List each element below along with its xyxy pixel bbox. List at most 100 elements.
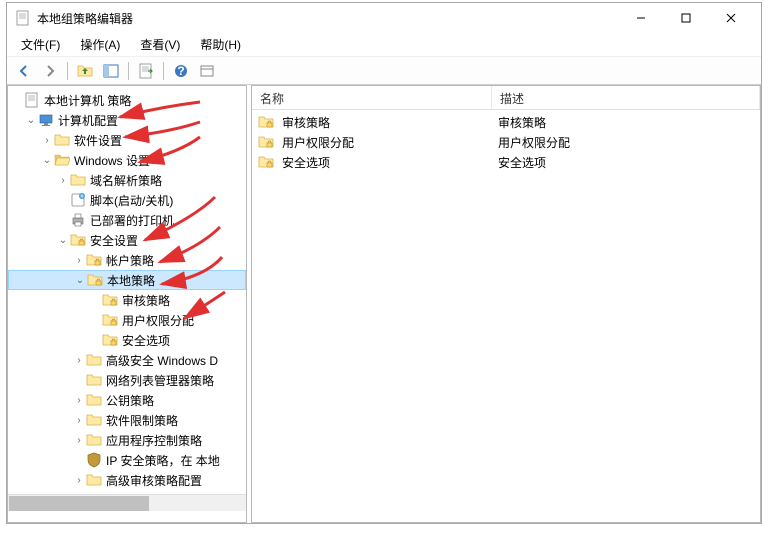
menu-help[interactable]: 帮助(H) [192,34,249,55]
doc-icon [24,92,40,108]
tree-computer-config[interactable]: ⌄ 计算机配置 [8,110,246,130]
folder-icon [54,132,70,148]
list-item-audit-policy[interactable]: 审核策略 审核策略 [252,112,760,132]
tree-account-policy[interactable]: › 帐户策略 [8,250,246,270]
show-hide-tree-button[interactable] [100,60,122,82]
policy-tree: 本地计算机 策略 ⌄ 计算机配置 › 软件设置 ⌄ Windows 设置 [8,86,246,494]
expander-closed-icon[interactable]: › [72,473,86,487]
expander-none [72,373,86,387]
folder-lock-icon [102,292,118,308]
expander-closed-icon[interactable]: › [72,413,86,427]
expander-open-icon[interactable]: ⌄ [24,113,38,127]
computer-icon [38,112,54,128]
expander-open-icon[interactable]: ⌄ [56,233,70,247]
menu-action[interactable]: 操作(A) [72,34,128,55]
gpedit-window: 本地组策略编辑器 文件(F) 操作(A) 查看(V) 帮助(H) ? [6,2,762,524]
help-button[interactable]: ? [170,60,192,82]
toolbar-separator [128,62,129,80]
list-body: 审核策略 审核策略 用户权限分配 用户权限分配 安全选项 安全选项 [252,110,760,174]
svg-text:?: ? [177,64,184,78]
window-controls [618,4,753,32]
tree-security-options[interactable]: 安全选项 [8,330,246,350]
folder-icon [86,392,102,408]
properties-button[interactable] [196,60,218,82]
expander-none [88,333,102,347]
expander-none [88,313,102,327]
expander-none [56,213,70,227]
window-title: 本地组策略编辑器 [37,10,618,27]
scrollbar-thumb[interactable] [9,496,149,511]
folder-lock-icon [70,232,86,248]
folder-icon [86,412,102,428]
tree-software-settings[interactable]: › 软件设置 [8,130,246,150]
app-icon [15,10,31,26]
tree-printers[interactable]: 已部署的打印机 [8,210,246,230]
tree-dns-policy[interactable]: › 域名解析策略 [8,170,246,190]
tree-user-rights[interactable]: 用户权限分配 [8,310,246,330]
expander-open-icon[interactable]: ⌄ [73,273,87,287]
expander-closed-icon[interactable]: › [72,433,86,447]
expander-closed-icon[interactable]: › [72,253,86,267]
tree-pane[interactable]: 本地计算机 策略 ⌄ 计算机配置 › 软件设置 ⌄ Windows 设置 [7,85,247,523]
tree-advanced-audit[interactable]: › 高级审核策略配置 [8,470,246,490]
content-area: 本地计算机 策略 ⌄ 计算机配置 › 软件设置 ⌄ Windows 设置 [7,85,761,523]
expander-closed-icon[interactable]: › [40,133,54,147]
column-desc[interactable]: 描述 [492,86,760,109]
tree-horizontal-scrollbar[interactable] [8,494,246,511]
expander-closed-icon[interactable]: › [72,353,86,367]
expander-closed-icon[interactable]: › [72,393,86,407]
list-pane[interactable]: 名称 描述 审核策略 审核策略 用户权限分配 用户权限分配 安全选项 安全选项 [251,85,761,523]
printer-icon [70,212,86,228]
list-header: 名称 描述 [252,86,760,110]
folder-icon [86,352,102,368]
tree-root[interactable]: 本地计算机 策略 [8,90,246,110]
expander-none [72,453,86,467]
close-button[interactable] [708,4,753,32]
folder-icon [86,472,102,488]
folder-lock-icon [258,114,274,130]
toolbar: ? [7,57,761,85]
menubar: 文件(F) 操作(A) 查看(V) 帮助(H) [7,33,761,57]
up-button[interactable] [74,60,96,82]
tree-advanced-windows[interactable]: › 高级安全 Windows D [8,350,246,370]
folder-lock-icon [258,134,274,150]
scroll-icon [70,192,86,208]
forward-button[interactable] [39,60,61,82]
expander-closed-icon[interactable]: › [56,173,70,187]
expander-open-icon[interactable]: ⌄ [40,153,54,167]
maximize-button[interactable] [663,4,708,32]
menu-view[interactable]: 查看(V) [132,34,188,55]
folder-lock-icon [102,312,118,328]
tree-ip-security[interactable]: IP 安全策略，在 本地 [8,450,246,470]
column-name[interactable]: 名称 [252,86,492,109]
tree-audit-policy[interactable]: 审核策略 [8,290,246,310]
tree-public-key[interactable]: › 公钥策略 [8,390,246,410]
tree-security-settings[interactable]: ⌄ 安全设置 [8,230,246,250]
export-button[interactable] [135,60,157,82]
expander-none [56,193,70,207]
minimize-button[interactable] [618,4,663,32]
expander-icon[interactable] [10,93,24,107]
expander-none [88,293,102,307]
folder-lock-icon [87,272,103,288]
tree-scripts[interactable]: 脚本(启动/关机) [8,190,246,210]
tree-app-control[interactable]: › 应用程序控制策略 [8,430,246,450]
menu-file[interactable]: 文件(F) [13,34,68,55]
shield-icon [86,452,102,468]
tree-network-admin[interactable]: 网络列表管理器策略 [8,370,246,390]
tree-windows-settings[interactable]: ⌄ Windows 设置 [8,150,246,170]
folder-icon [70,172,86,188]
folder-lock-icon [86,252,102,268]
folder-icon [86,432,102,448]
folder-icon [86,372,102,388]
folder-lock-icon [258,154,274,170]
list-item-user-rights[interactable]: 用户权限分配 用户权限分配 [252,132,760,152]
back-button[interactable] [13,60,35,82]
toolbar-separator [163,62,164,80]
folder-lock-icon [102,332,118,348]
tree-local-policy[interactable]: ⌄ 本地策略 [8,270,246,290]
toolbar-separator [67,62,68,80]
folder-open-icon [54,152,70,168]
tree-restricted-software[interactable]: › 软件限制策略 [8,410,246,430]
list-item-security-options[interactable]: 安全选项 安全选项 [252,152,760,172]
